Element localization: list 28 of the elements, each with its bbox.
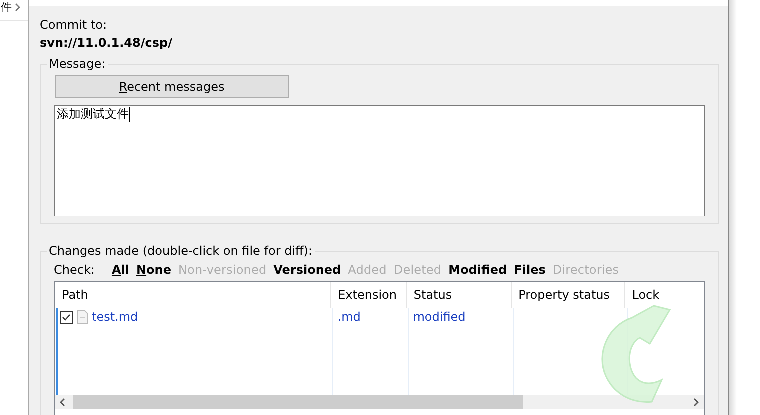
commit-to-label: Commit to:: [40, 17, 108, 34]
column-header[interactable]: Lock: [625, 282, 704, 308]
file-icon: [77, 310, 88, 324]
scroll-left-icon[interactable]: [59, 398, 67, 406]
column-header[interactable]: Status: [406, 282, 512, 308]
filter-link[interactable]: Versioned: [274, 263, 342, 277]
filter-link[interactable]: All: [112, 263, 130, 277]
message-field[interactable]: 添加测试文件: [54, 105, 705, 216]
background-text: 件: [1, 0, 12, 14]
recent-messages-button[interactable]: Recent messages: [55, 75, 289, 98]
filter-link[interactable]: None: [136, 263, 172, 277]
scrollbar-thumb[interactable]: [73, 395, 523, 409]
column-header[interactable]: Property status: [512, 282, 626, 308]
column-header[interactable]: Extension: [331, 282, 407, 308]
file-status: modified: [413, 310, 466, 324]
horizontal-scrollbar[interactable]: [55, 395, 704, 409]
message-legend: Message:: [47, 57, 108, 71]
scroll-right-icon[interactable]: [692, 398, 700, 406]
filter-link[interactable]: Files: [514, 263, 546, 277]
file-extension: .md: [338, 310, 361, 324]
check-label: Check:: [54, 263, 95, 277]
column-header[interactable]: Path: [55, 282, 332, 308]
repository-url: svn://11.0.1.48/csp/: [40, 35, 174, 52]
file-path: test.md: [92, 310, 138, 324]
filter-link[interactable]: Modified: [448, 263, 508, 277]
file-checkbox[interactable]: [60, 310, 73, 324]
changes-legend: Changes made (double-click on file for diff):: [47, 244, 315, 258]
chevron-right-icon: [15, 2, 21, 12]
